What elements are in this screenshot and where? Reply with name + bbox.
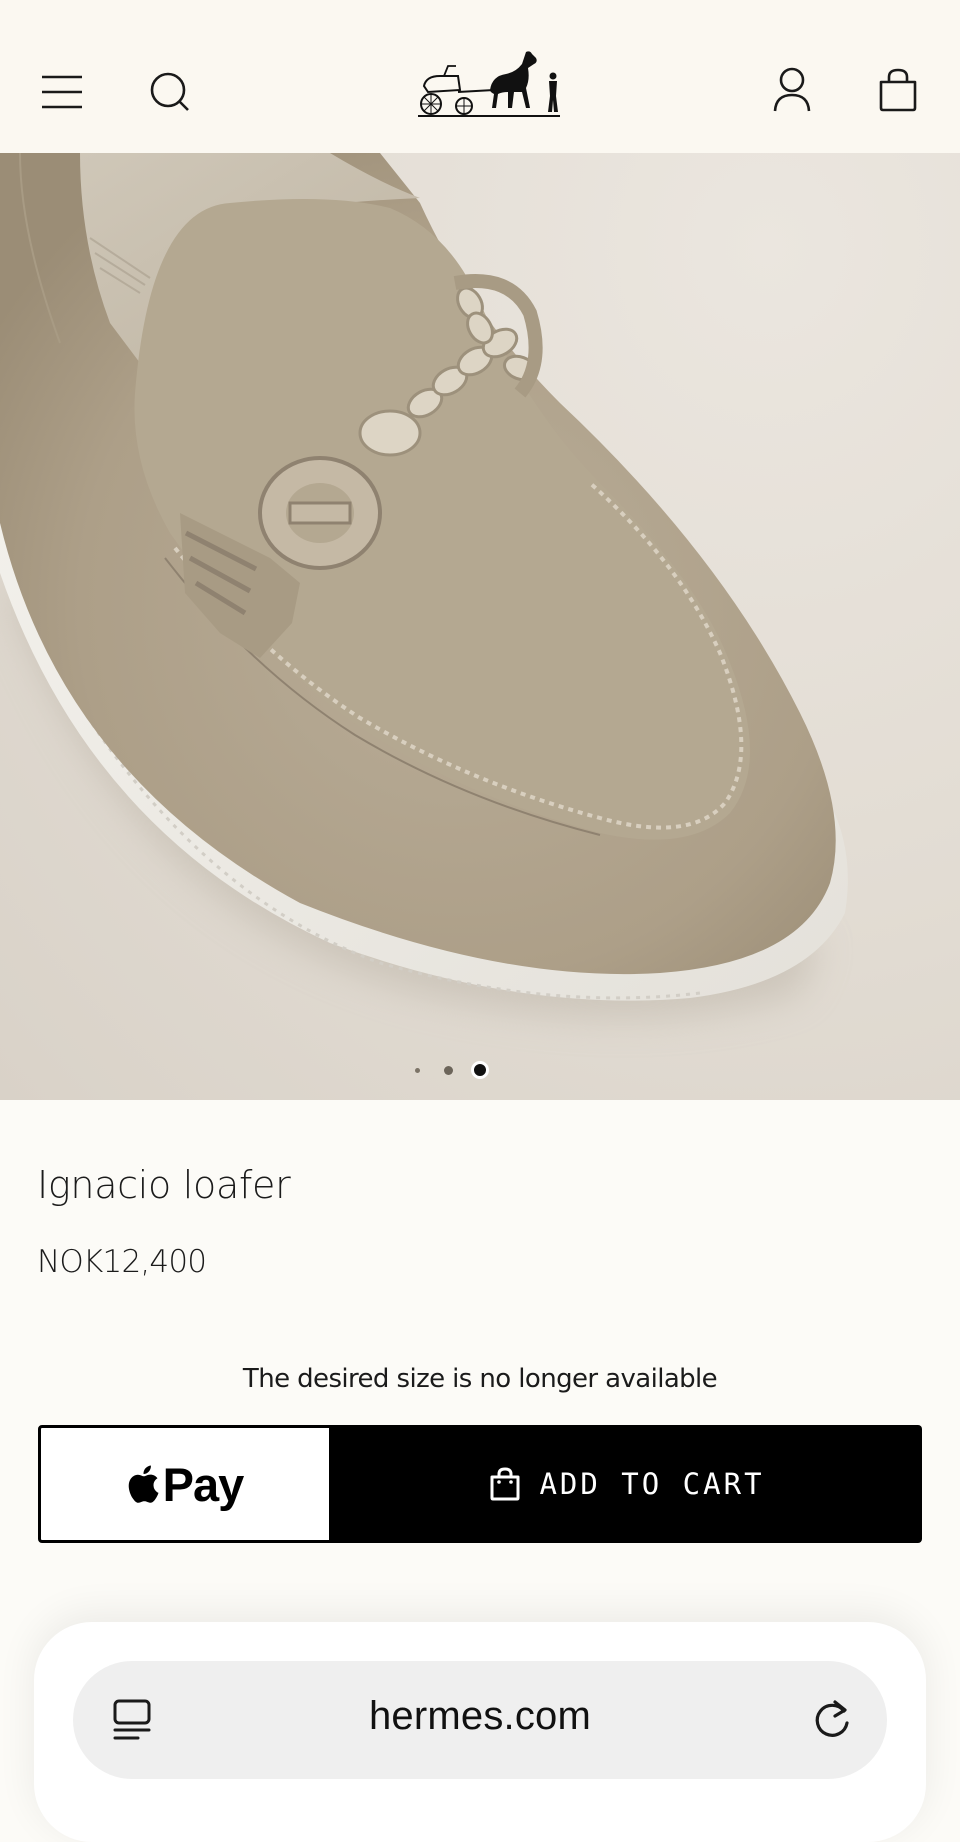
tabs-icon (113, 1699, 151, 1740)
apple-logo-icon (128, 1465, 159, 1503)
reload-icon (815, 1700, 849, 1737)
add-to-cart-button[interactable]: ADD TO CART (332, 1425, 922, 1543)
account-button[interactable] (760, 58, 824, 122)
search-button[interactable] (138, 62, 202, 122)
hermes-carriage-logo[interactable] (414, 46, 564, 122)
search-icon (150, 72, 189, 111)
site-header (0, 0, 960, 153)
carousel-dot-2[interactable] (444, 1066, 453, 1075)
bag-button[interactable] (866, 58, 930, 122)
product-name: Ignacio loafer (37, 1163, 291, 1207)
add-to-cart-label: ADD TO CART (539, 1467, 765, 1501)
availability-message: The desired size is no longer available (242, 1364, 718, 1394)
apple-pay-label: Pay (162, 1457, 245, 1511)
product-price: NOK12,400 (37, 1244, 207, 1280)
tabs-button[interactable] (104, 1692, 160, 1748)
purchase-actions: Pay ADD TO CART (38, 1425, 922, 1543)
reload-button[interactable] (804, 1692, 860, 1748)
address-bar[interactable] (73, 1661, 887, 1779)
loafer-product-image (0, 153, 848, 1018)
hamburger-menu-icon (42, 75, 82, 109)
apple-pay-button[interactable]: Pay (38, 1425, 332, 1543)
product-image-carousel[interactable] (0, 153, 960, 1100)
carousel-dot-1[interactable] (415, 1068, 420, 1073)
shopping-bag-icon (879, 68, 917, 112)
shopping-bag-icon (490, 1467, 520, 1501)
carousel-dot-active[interactable] (471, 1061, 489, 1079)
menu-button[interactable] (30, 62, 94, 122)
account-icon (773, 67, 811, 112)
